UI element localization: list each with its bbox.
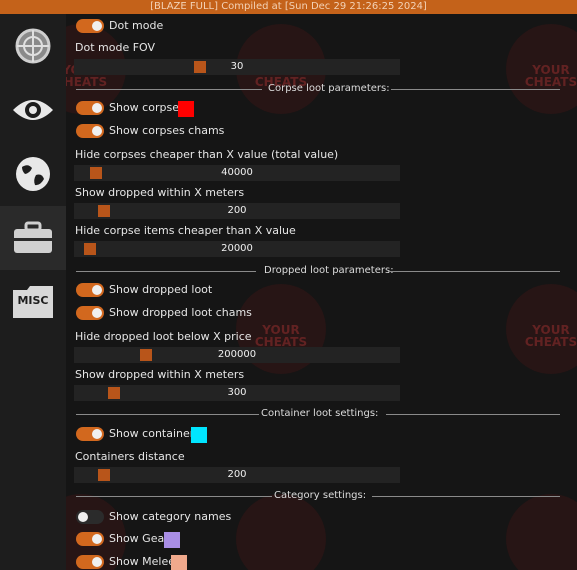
show-corpses-chams-toggle[interactable] bbox=[76, 124, 104, 138]
hide-corpses-value: 40000 bbox=[221, 167, 253, 178]
container-section-header: Container loot settings: bbox=[76, 408, 560, 420]
show-melee-toggle[interactable] bbox=[76, 555, 104, 569]
show-dropped-within-value: 200 bbox=[227, 205, 247, 216]
sidebar-item-aimbot[interactable] bbox=[0, 14, 66, 78]
hide-corpses-label: Hide corpses cheaper than X value (total… bbox=[75, 148, 339, 161]
hide-dropped-below-slider[interactable]: 200000 bbox=[74, 347, 400, 363]
containers-distance-value: 200 bbox=[227, 469, 247, 480]
category-section-header: Category settings: bbox=[76, 490, 560, 502]
show-gear-toggle[interactable] bbox=[76, 532, 104, 546]
show-containers-toggle[interactable] bbox=[76, 427, 104, 441]
hide-corpse-items-value: 20000 bbox=[221, 243, 253, 254]
divider bbox=[386, 414, 560, 415]
settings-panel: YOUR CHEATS YOUR CHEATS YOUR CHEATS YOUR… bbox=[66, 14, 577, 570]
divider bbox=[388, 271, 560, 272]
divider bbox=[76, 89, 262, 90]
hide-corpse-items-slider[interactable]: 20000 bbox=[74, 241, 400, 257]
sidebar-item-world[interactable] bbox=[0, 142, 66, 206]
show-dropped-loot-chams-label: Show dropped loot chams bbox=[109, 306, 252, 319]
watermark-text: YOUR CHEATS bbox=[524, 323, 577, 349]
category-section-title: Category settings: bbox=[274, 490, 367, 501]
show-dropped-within-2-slider[interactable]: 300 bbox=[74, 385, 400, 401]
show-corpses-label: Show corpses bbox=[109, 101, 185, 114]
watermark-badge bbox=[236, 494, 326, 570]
show-gear-label: Show Gear bbox=[109, 532, 169, 545]
watermark-badge bbox=[506, 284, 577, 374]
show-category-names-label: Show category names bbox=[109, 510, 232, 523]
show-dropped-loot-toggle[interactable] bbox=[76, 283, 104, 297]
show-dropped-within-slider[interactable]: 200 bbox=[74, 203, 400, 219]
show-dropped-loot-chams-toggle[interactable] bbox=[76, 306, 104, 320]
containers-distance-slider[interactable]: 200 bbox=[74, 467, 400, 483]
melee-color-swatch[interactable] bbox=[171, 555, 187, 570]
dot-fov-label: Dot mode FOV bbox=[75, 41, 156, 54]
show-dropped-loot-label: Show dropped loot bbox=[109, 283, 213, 296]
containers-distance-label: Containers distance bbox=[75, 450, 185, 463]
hide-dropped-below-label: Hide dropped loot below X price bbox=[75, 330, 252, 343]
containers-color-swatch[interactable] bbox=[191, 427, 207, 443]
dot-fov-slider[interactable]: 30 bbox=[74, 59, 400, 75]
gear-color-swatch[interactable] bbox=[164, 532, 180, 548]
divider bbox=[76, 496, 272, 497]
crosshair-icon bbox=[15, 28, 51, 64]
show-dropped-within-2-label: Show dropped within X meters bbox=[75, 368, 245, 381]
show-category-names-toggle[interactable] bbox=[76, 510, 104, 524]
sidebar: MISC bbox=[0, 14, 66, 570]
divider bbox=[391, 89, 560, 90]
misc-label: MISC bbox=[17, 294, 49, 307]
window-title: [BLAZE FULL] Compiled at [Sun Dec 29 21:… bbox=[0, 0, 577, 14]
divider bbox=[76, 271, 256, 272]
sidebar-item-visuals[interactable] bbox=[0, 78, 66, 142]
watermark-badge bbox=[506, 494, 577, 570]
show-dropped-within-2-value: 300 bbox=[227, 387, 247, 398]
show-containers-label: Show containers bbox=[109, 427, 201, 440]
hide-corpse-items-label: Hide corpse items cheaper than X value bbox=[75, 224, 296, 237]
dot-mode-label: Dot mode bbox=[109, 19, 164, 32]
corpses-color-swatch[interactable] bbox=[178, 101, 194, 117]
watermark-badge bbox=[506, 24, 577, 114]
hide-dropped-below-value: 200000 bbox=[217, 349, 257, 360]
sidebar-item-misc[interactable]: MISC bbox=[0, 270, 66, 334]
dropped-section-title: Dropped loot parameters: bbox=[264, 265, 394, 276]
dot-mode-toggle[interactable] bbox=[76, 19, 104, 33]
dropped-section-header: Dropped loot parameters: bbox=[76, 265, 560, 277]
show-melee-label: Show Melee bbox=[109, 555, 176, 568]
hide-corpses-slider[interactable]: 40000 bbox=[74, 165, 400, 181]
divider bbox=[76, 414, 259, 415]
divider bbox=[372, 496, 560, 497]
container-section-title: Container loot settings: bbox=[261, 408, 379, 419]
eye-icon bbox=[13, 100, 53, 120]
globe-icon bbox=[16, 157, 50, 191]
show-corpses-toggle[interactable] bbox=[76, 101, 104, 115]
dot-fov-value: 30 bbox=[230, 61, 244, 72]
show-dropped-within-label: Show dropped within X meters bbox=[75, 186, 245, 199]
corpse-section-header: Corpse loot parameters: bbox=[76, 83, 560, 95]
sidebar-item-loot[interactable] bbox=[0, 206, 66, 270]
corpse-section-title: Corpse loot parameters: bbox=[268, 83, 390, 94]
show-corpses-chams-label: Show corpses chams bbox=[109, 124, 225, 137]
briefcase-icon bbox=[14, 221, 52, 253]
